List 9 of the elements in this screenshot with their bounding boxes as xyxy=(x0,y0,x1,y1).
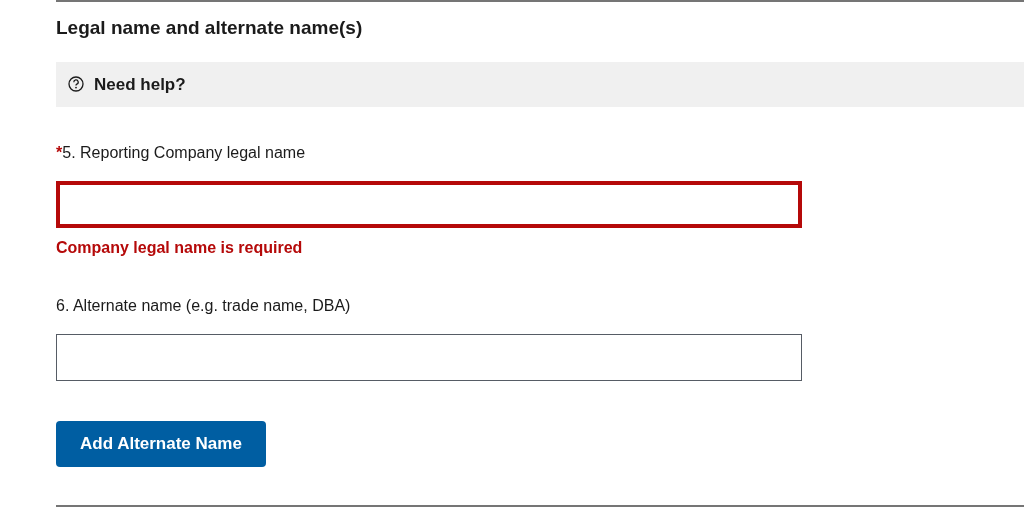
input-field[interactable] xyxy=(56,180,802,228)
error-message: Company legal name is required xyxy=(56,237,304,258)
field-label: 6. Alternate name (e.g. trade name, DBA) xyxy=(56,295,352,316)
help-icon xyxy=(68,76,84,93)
input-field[interactable] xyxy=(56,333,802,381)
help-toggle[interactable]: Need help? xyxy=(56,61,1024,107)
add-alternate-name-button[interactable]: Add Alternate Name xyxy=(56,420,266,467)
section-title: Legal name and alternate name(s) xyxy=(56,17,364,40)
field-label: *5. Reporting Company legal name xyxy=(56,142,307,163)
